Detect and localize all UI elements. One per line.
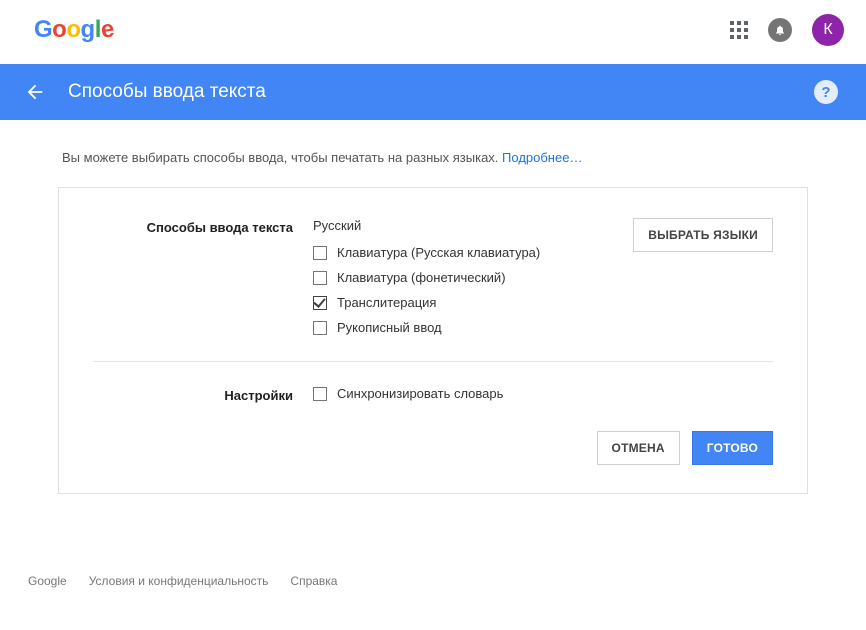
back-arrow-icon[interactable] — [24, 81, 46, 103]
language-name: Русский — [313, 218, 613, 233]
google-logo[interactable]: Google — [34, 16, 114, 44]
intro-text-body: Вы можете выбирать способы ввода, чтобы … — [62, 150, 502, 165]
apps-icon[interactable] — [730, 21, 748, 39]
cancel-button[interactable]: ОТМЕНА — [597, 431, 680, 465]
option-label: Рукописный ввод — [337, 320, 442, 335]
topbar: Google К — [0, 0, 866, 64]
intro-text: Вы можете выбирать способы ввода, чтобы … — [62, 150, 808, 165]
top-actions: К — [730, 14, 844, 46]
option-label: Клавиатура (фонетический) — [337, 270, 506, 285]
checkbox-icon — [313, 387, 327, 401]
settings-card: Способы ввода текста Русский Клавиатура … — [58, 187, 808, 494]
settings-body: Синхронизировать словарь — [313, 386, 613, 401]
checkbox-icon — [313, 246, 327, 260]
footer-privacy-link[interactable]: Условия и конфиденциальность — [89, 574, 269, 588]
option-transliteration[interactable]: Транслитерация — [313, 295, 613, 310]
action-buttons: ОТМЕНА ГОТОВО — [93, 431, 773, 465]
select-languages-button[interactable]: ВЫБРАТЬ ЯЗЫКИ — [633, 218, 773, 252]
content: Вы можете выбирать способы ввода, чтобы … — [58, 120, 808, 554]
checkbox-icon — [313, 321, 327, 335]
notifications-icon[interactable] — [768, 18, 792, 42]
footer: Google Условия и конфиденциальность Спра… — [0, 554, 866, 608]
input-methods-body: Русский Клавиатура (Русская клавиатура) … — [313, 218, 613, 335]
input-methods-label: Способы ввода текста — [93, 218, 293, 235]
page-title: Способы ввода текста — [68, 81, 266, 103]
divider — [93, 361, 773, 362]
option-handwriting[interactable]: Рукописный ввод — [313, 320, 613, 335]
footer-help-link[interactable]: Справка — [290, 574, 337, 588]
option-keyboard-russian[interactable]: Клавиатура (Русская клавиатура) — [313, 245, 613, 260]
footer-brand-link[interactable]: Google — [28, 574, 67, 588]
page-header: Способы ввода текста ? — [0, 64, 866, 120]
checkbox-icon — [313, 296, 327, 310]
help-icon[interactable]: ? — [814, 80, 838, 104]
account-avatar[interactable]: К — [812, 14, 844, 46]
settings-label: Настройки — [93, 386, 293, 403]
checkbox-icon — [313, 271, 327, 285]
learn-more-link[interactable]: Подробнее… — [502, 150, 582, 165]
done-button[interactable]: ГОТОВО — [692, 431, 773, 465]
settings-row: Настройки Синхронизировать словарь — [93, 386, 773, 403]
option-label: Транслитерация — [337, 295, 436, 310]
input-methods-row: Способы ввода текста Русский Клавиатура … — [93, 218, 773, 335]
option-sync-dictionary[interactable]: Синхронизировать словарь — [313, 386, 613, 401]
option-label: Синхронизировать словарь — [337, 386, 503, 401]
option-keyboard-phonetic[interactable]: Клавиатура (фонетический) — [313, 270, 613, 285]
option-label: Клавиатура (Русская клавиатура) — [337, 245, 540, 260]
